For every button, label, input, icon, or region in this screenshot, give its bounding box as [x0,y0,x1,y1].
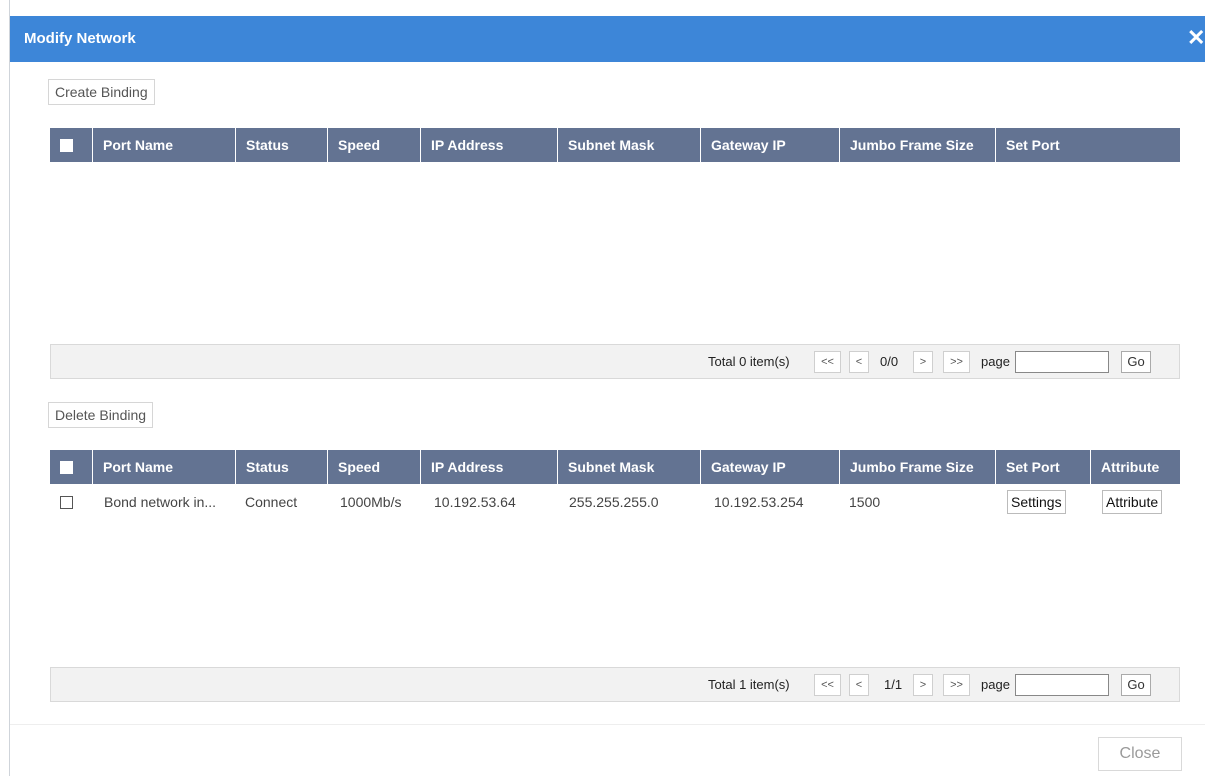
background-top [0,0,1205,16]
go-button[interactable]: Go [1121,351,1151,373]
column-ip-address: IP Address [420,450,557,484]
attribute-button[interactable]: Attribute [1102,490,1163,514]
next-page-button[interactable]: > [913,351,933,373]
top-pager: Total 0 item(s) << < 0/0 > >> page Go [50,344,1180,379]
cell-subnet-mask: 255.255.255.0 [569,494,659,510]
column-speed: Speed [327,128,420,162]
page-info: 0/0 [880,354,899,369]
column-port-name: Port Name [92,128,235,162]
go-button[interactable]: Go [1121,674,1151,696]
modify-network-dialog: Modify Network ✕ Create Binding Port Nam… [10,16,1205,776]
top-table-header: Port Name Status Speed IP Address Subnet… [50,128,1180,162]
row-checkbox[interactable] [60,496,73,509]
prev-page-button[interactable]: < [849,674,869,696]
dialog-titlebar: Modify Network ✕ [10,16,1205,62]
column-gateway-ip: Gateway IP [700,450,839,484]
create-binding-button[interactable]: Create Binding [48,79,155,105]
prev-page-button[interactable]: < [849,351,869,373]
bottom-table-header: Port Name Status Speed IP Address Subnet… [50,450,1180,484]
settings-button[interactable]: Settings [1007,490,1066,514]
column-port-name: Port Name [92,450,235,484]
footer-divider [10,724,1205,725]
cell-port-name: Bond network in... [104,494,217,510]
column-status: Status [235,128,327,162]
last-page-button[interactable]: >> [943,674,970,696]
delete-binding-button[interactable]: Delete Binding [48,402,154,428]
cell-jumbo-frame-size: 1500 [849,494,881,510]
cell-gateway-ip: 10.192.53.254 [714,494,804,510]
table-row: Bond network in... Connect 1000Mb/s 10.1… [50,486,1180,518]
column-subnet-mask: Subnet Mask [557,450,700,484]
column-subnet-mask: Subnet Mask [557,128,700,162]
close-icon[interactable]: ✕ [1187,26,1205,50]
column-set-port: Set Port [995,450,1090,484]
page-info: 1/1 [884,677,903,692]
background-left-edge [0,0,10,776]
cell-ip-address: 10.192.53.64 [434,494,516,510]
pager-total: Total 1 item(s) [708,677,790,692]
pager-total: Total 0 item(s) [708,354,790,369]
column-ip-address: IP Address [420,128,557,162]
select-all-checkbox[interactable] [60,139,73,152]
page-number-input[interactable] [1015,351,1109,373]
column-jumbo-frame-size: Jumbo Frame Size [839,128,995,162]
column-attribute: Attribute [1090,450,1180,484]
cell-status: Connect [245,494,298,510]
first-page-button[interactable]: << [814,674,841,696]
last-page-button[interactable]: >> [943,351,970,373]
first-page-button[interactable]: << [814,351,841,373]
cell-speed: 1000Mb/s [340,494,402,510]
column-set-port: Set Port [995,128,1180,162]
bottom-pager: Total 1 item(s) << < 1/1 > >> page Go [50,667,1180,702]
column-status: Status [235,450,327,484]
page-label: page [981,677,1010,692]
select-all-checkbox[interactable] [60,461,73,474]
close-button[interactable]: Close [1098,737,1182,771]
column-gateway-ip: Gateway IP [700,128,839,162]
column-jumbo-frame-size: Jumbo Frame Size [839,450,995,484]
page-label: page [981,354,1010,369]
column-speed: Speed [327,450,420,484]
page-number-input[interactable] [1015,674,1109,696]
next-page-button[interactable]: > [913,674,933,696]
dialog-title: Modify Network [24,30,136,47]
